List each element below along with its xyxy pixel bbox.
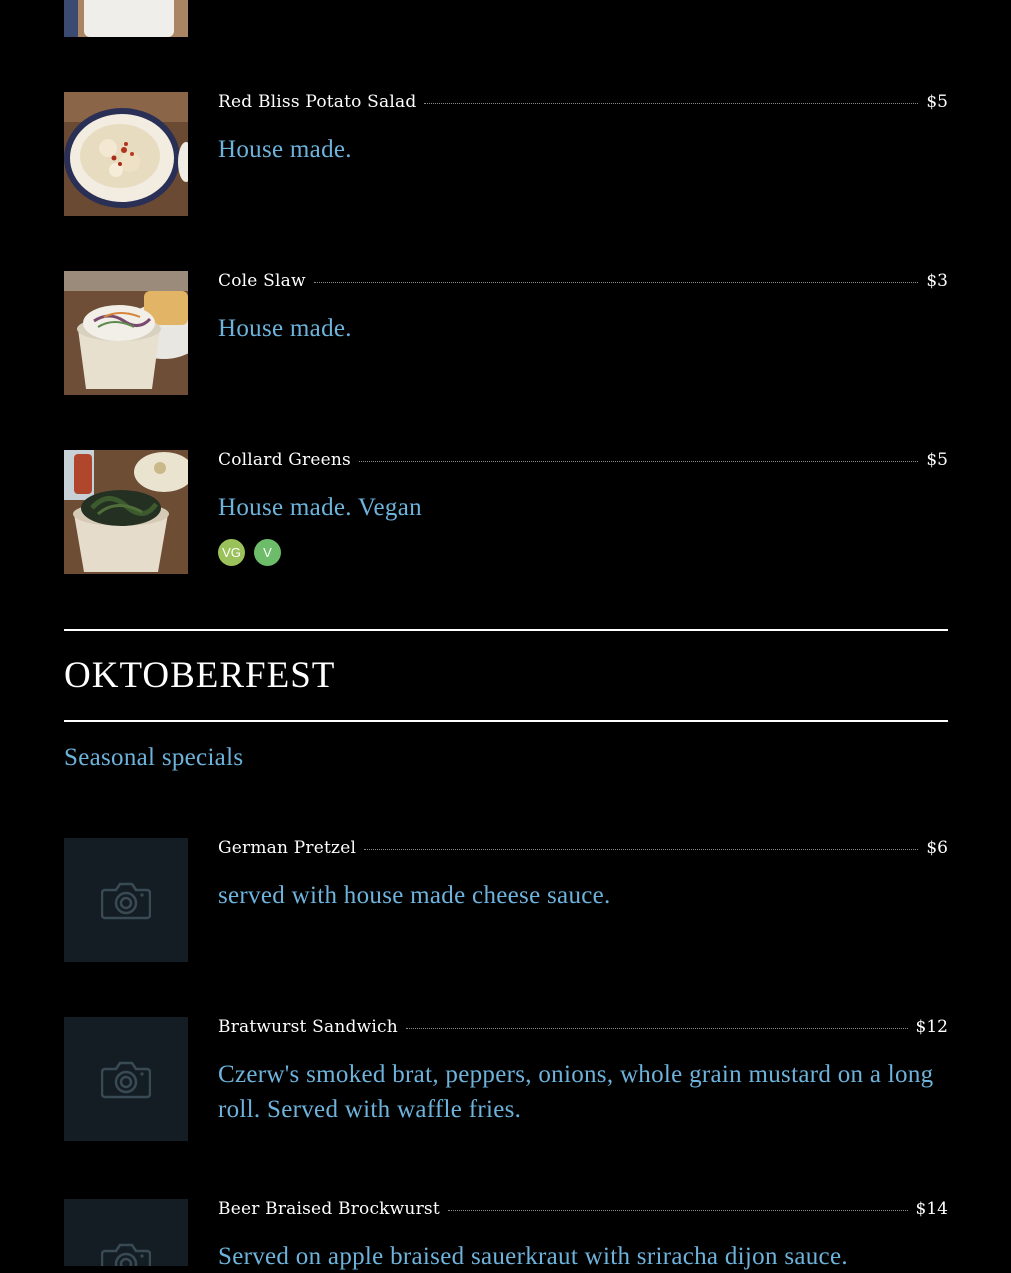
item-price: $5 [926,450,948,470]
photo-placeholder[interactable] [64,1199,188,1266]
leader-dots [447,1210,908,1211]
item-price: $12 [915,1017,948,1037]
leader-dots [405,1028,908,1029]
item-description: House made. [218,136,352,163]
section-title: OKTOBERFEST [64,655,336,696]
camera-icon [101,1061,151,1099]
photo-placeholder[interactable] [64,838,188,962]
menu-page: Red Bliss Potato Salad $5 House made. Co… [0,0,1011,1273]
item-description: House made. Vegan [218,494,422,521]
potato-salad-photo[interactable] [64,92,188,216]
item-name: Red Bliss Potato Salad [218,92,417,112]
item-description: Czerw's smoked brat, peppers, onions, wh… [218,1061,934,1123]
item-price: $5 [926,92,948,112]
item-name: German Pretzel [218,838,357,858]
photo-placeholder[interactable] [64,1017,188,1141]
leader-dots [313,282,919,283]
item-description: served with house made cheese sauce. [218,882,611,909]
previous-item-photo[interactable] [64,0,188,37]
section-bottom-rule [64,720,948,722]
leader-dots [358,461,919,462]
leader-dots [424,103,919,104]
leader-dots [364,849,919,850]
section-subtitle: Seasonal specials [64,744,244,771]
item-name: Collard Greens [218,450,351,470]
dietary-badges: VG V [218,539,948,566]
item-name: Beer Braised Brockwurst [218,1199,440,1219]
collard-greens-photo[interactable] [64,450,188,574]
item-price: $6 [926,838,948,858]
vegetarian-badge: V [254,539,281,566]
vegan-badge: VG [218,539,245,566]
item-description: House made. [218,315,352,342]
section-top-rule [64,629,948,631]
camera-icon [101,1243,151,1266]
item-name: Bratwurst Sandwich [218,1017,398,1037]
item-name: Cole Slaw [218,271,306,291]
item-price: $3 [926,271,948,291]
item-price: $14 [915,1199,948,1219]
cole-slaw-photo[interactable] [64,271,188,395]
item-description: Served on apple braised sauerkraut with … [218,1243,848,1270]
camera-icon [101,882,151,920]
